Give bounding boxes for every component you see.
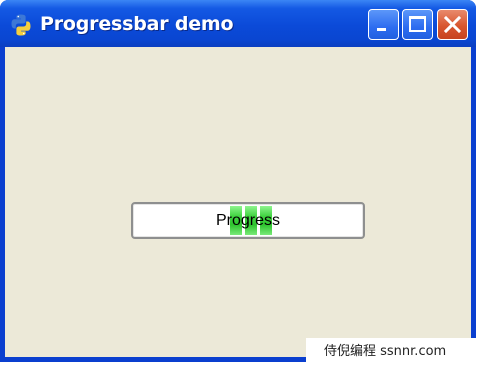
progress-bar: Progress	[131, 202, 365, 239]
minimize-icon	[377, 28, 386, 31]
progress-label: Progress	[215, 211, 281, 229]
maximize-icon	[409, 16, 426, 32]
app-window: Progressbar demo Progress	[0, 0, 476, 362]
python-icon	[11, 14, 31, 36]
close-icon	[443, 15, 462, 34]
client-area: Progress	[5, 47, 471, 357]
maximize-button[interactable]	[402, 9, 433, 40]
title-bar[interactable]: Progressbar demo	[0, 0, 476, 47]
window-title: Progressbar demo	[40, 13, 234, 35]
close-button[interactable]	[437, 9, 468, 40]
minimize-button[interactable]	[368, 9, 399, 40]
watermark: 侍倪编程 ssnnr.com	[306, 338, 481, 366]
